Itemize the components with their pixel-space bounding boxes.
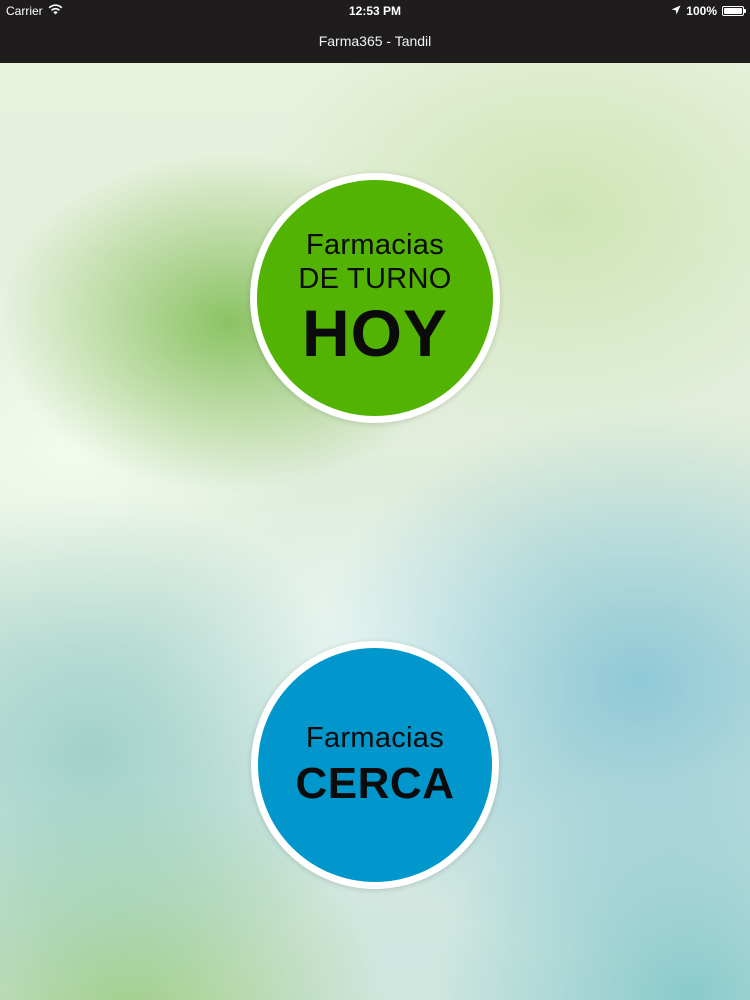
status-time: 12:53 PM <box>348 4 402 18</box>
nav-title: Farma365 - Tandil <box>318 33 432 49</box>
battery-fill <box>724 8 742 14</box>
hoy-button-line1: Farmacias <box>305 229 445 261</box>
battery-icon <box>722 6 746 16</box>
battery-percent: 100% <box>686 4 717 18</box>
farmacias-de-turno-hoy-button[interactable]: Farmacias DE TURNO HOY <box>250 173 500 423</box>
navigation-bar: Farma365 - Tandil <box>0 22 750 63</box>
cerca-button-line2: CERCA <box>295 759 455 808</box>
status-right: 100% <box>671 0 746 22</box>
main-content: Farmacias DE TURNO HOY Farmacias CERCA <box>0 63 750 1000</box>
farmacias-cerca-button[interactable]: Farmacias CERCA <box>251 641 499 889</box>
status-bar: Carrier 12:53 PM 100% <box>0 0 750 22</box>
hoy-button-line3: HOY <box>301 296 449 370</box>
location-arrow-icon <box>671 0 681 22</box>
hoy-button-line2: DE TURNO <box>298 263 452 295</box>
cerca-button-line1: Farmacias <box>305 722 445 754</box>
